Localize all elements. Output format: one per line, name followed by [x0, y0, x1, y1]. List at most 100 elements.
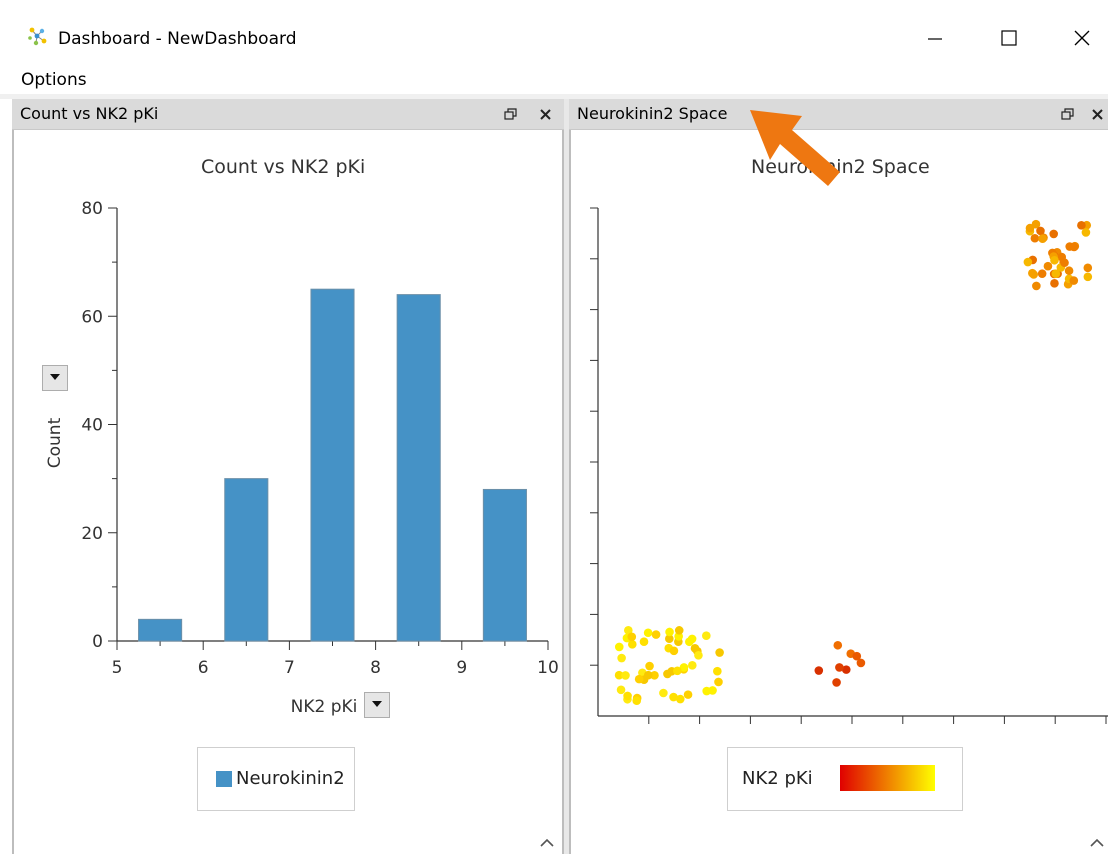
histogram-bar[interactable] [310, 288, 355, 642]
scatter-point[interactable] [651, 630, 661, 639]
scatter-point[interactable] [814, 666, 824, 675]
scatter-point[interactable] [621, 671, 630, 680]
scatter-point[interactable] [1023, 257, 1033, 267]
x-axis-dropdown-button[interactable] [364, 692, 390, 718]
colorbar-label: NK2 pKi [742, 768, 813, 789]
window-title: Dashboard - NewDashboard [58, 29, 297, 49]
chevron-down-icon [372, 701, 382, 707]
histogram-bar[interactable] [482, 488, 527, 642]
scatter-point[interactable] [685, 637, 694, 647]
scatter-point[interactable] [1029, 270, 1039, 279]
app-molecule-icon [28, 27, 47, 46]
scatter-point[interactable] [835, 663, 844, 672]
scatter-point[interactable] [614, 642, 624, 652]
scatter-point[interactable] [688, 660, 697, 670]
y-tick-label: 40 [81, 416, 103, 436]
x-tick-label: 8 [370, 658, 381, 678]
scatter-point[interactable] [669, 646, 679, 656]
scatter-point[interactable] [694, 651, 703, 660]
right-panel-tab-title[interactable]: Neurokinin2 Space [577, 105, 727, 123]
scatter-point[interactable] [713, 666, 722, 676]
panel-close-icon[interactable] [1089, 104, 1107, 124]
scatter-point[interactable] [1038, 234, 1047, 243]
scatter-point[interactable] [1025, 223, 1035, 233]
scatter-chart [590, 207, 1108, 724]
y-axis-dropdown-button[interactable] [42, 365, 68, 391]
scatter-point[interactable] [1083, 263, 1093, 273]
y-tick-label: 0 [92, 632, 103, 652]
scatter-point[interactable] [639, 637, 649, 646]
x-axis-label: NK2 pKi [291, 697, 358, 717]
scatter-point[interactable] [616, 685, 626, 695]
right-panel-body: Neurokinin2 Space NK2 pKi [569, 130, 1108, 854]
undock-icon[interactable] [1059, 104, 1077, 124]
left-panel-body: Count vs NK2 pKi 0 20 40 60 80 5 6 7 8 9 10 Count … [12, 130, 564, 854]
histogram-bar[interactable] [138, 618, 183, 642]
chevron-up-icon[interactable] [1089, 836, 1105, 848]
scatter-point[interactable] [627, 632, 637, 642]
scatter-point[interactable] [659, 688, 668, 698]
scatter-point[interactable] [674, 626, 684, 635]
menu-bar: Options [0, 62, 1108, 94]
scatter-point[interactable] [643, 628, 653, 638]
scatter-point[interactable] [1049, 229, 1059, 239]
scatter-point[interactable] [669, 692, 678, 702]
scatter-point[interactable] [832, 678, 841, 687]
annotation-arrow-icon [750, 110, 840, 186]
scatter-point[interactable] [702, 686, 711, 696]
scatter-point[interactable] [617, 653, 626, 663]
chevron-down-icon [50, 374, 60, 380]
scatter-point[interactable] [634, 674, 644, 684]
scatter-point[interactable] [1032, 281, 1041, 291]
histogram-bar[interactable] [224, 478, 269, 642]
chevron-up-icon[interactable] [539, 836, 555, 848]
y-tick-label: 20 [81, 524, 103, 544]
scatter-point[interactable] [702, 631, 711, 641]
histogram-bar[interactable] [396, 294, 441, 642]
scatter-point[interactable] [645, 661, 654, 671]
scatter-point[interactable] [623, 691, 632, 701]
legend-label: Neurokinin2 [236, 768, 345, 789]
scatter-point[interactable] [1030, 233, 1040, 243]
x-tick-label: 5 [112, 658, 123, 678]
histogram-chart: 0 20 40 60 80 5 6 7 8 9 10 Count NK2 pKi [45, 199, 559, 717]
menu-options[interactable]: Options [21, 70, 87, 90]
left-panel-header: Count vs NK2 pKi [12, 99, 564, 130]
scatter-point[interactable] [1077, 221, 1086, 230]
scatter-point[interactable] [1064, 266, 1074, 276]
scatter-point[interactable] [1043, 261, 1053, 271]
scatter-point[interactable] [715, 648, 724, 657]
close-button[interactable] [1062, 22, 1102, 54]
scatter-point[interactable] [1060, 258, 1069, 268]
x-tick-label: 6 [198, 658, 209, 678]
scatter-point[interactable] [665, 627, 674, 637]
scatter-point[interactable] [1050, 255, 1059, 265]
y-tick-label: 80 [81, 199, 103, 219]
y-tick-label: 60 [81, 307, 103, 327]
undock-icon[interactable] [502, 104, 520, 124]
minimize-button[interactable] [915, 22, 955, 54]
scatter-point[interactable] [683, 690, 693, 699]
scatter-point[interactable] [1051, 269, 1061, 278]
scatter-point[interactable] [1083, 272, 1093, 282]
scatter-point[interactable] [643, 670, 653, 680]
scatter-point[interactable] [663, 669, 672, 679]
scatter-point[interactable] [833, 640, 843, 650]
scatter-point[interactable] [852, 651, 862, 661]
colorbar-gradient [840, 765, 935, 791]
scatter-point[interactable] [1036, 226, 1045, 236]
scatter-point[interactable] [1050, 279, 1059, 288]
scatter-point[interactable] [673, 666, 682, 676]
left-panel-tab-title[interactable]: Count vs NK2 pKi [20, 105, 158, 123]
title-bar: Dashboard - NewDashboard [0, 0, 1108, 60]
scatter-point[interactable] [1069, 242, 1079, 252]
scatter-point[interactable] [632, 696, 642, 705]
scatter-point[interactable] [714, 677, 723, 687]
scatter-point[interactable] [1069, 276, 1079, 285]
maximize-button[interactable] [988, 22, 1028, 54]
panel-close-icon[interactable] [537, 104, 555, 124]
scatter-point[interactable] [1081, 228, 1091, 237]
colorbar-legend: NK2 pKi [727, 747, 963, 811]
scatter-point[interactable] [1037, 269, 1047, 278]
histogram-legend: Neurokinin2 [197, 747, 355, 811]
